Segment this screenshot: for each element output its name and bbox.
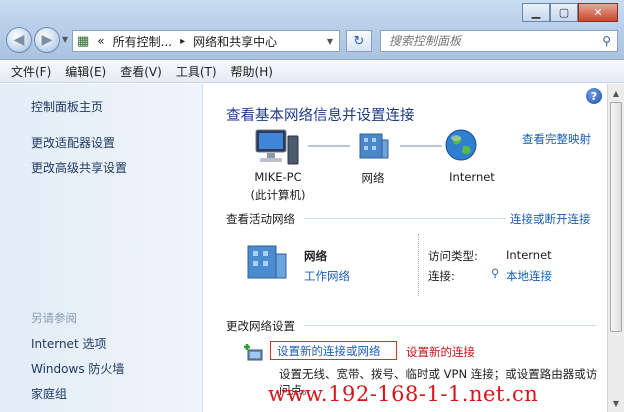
- active-networks-title: 查看活动网络: [226, 212, 295, 226]
- search-box[interactable]: ⚲: [380, 30, 618, 52]
- network-type-link[interactable]: 工作网络: [304, 268, 350, 284]
- main-content: ? 查看基本网络信息并设置连接 查看完整映射 MIKE-PC (此计算机) 网络: [204, 84, 624, 412]
- connect-disconnect-link[interactable]: 连接或断开连接: [510, 211, 591, 227]
- network-icon: [354, 130, 392, 164]
- access-type-label: 访问类型:: [428, 249, 478, 263]
- scroll-down-icon[interactable]: ▼: [610, 396, 622, 410]
- address-chevron-icon[interactable]: ▸: [176, 36, 189, 47]
- caption-buttons: ▁ ▢ ✕: [522, 3, 618, 22]
- address-dropdown-icon[interactable]: ▼: [327, 37, 333, 46]
- internet-node-label: Internet: [449, 170, 495, 184]
- menu-view[interactable]: 查看(V): [113, 63, 169, 80]
- search-input[interactable]: [389, 34, 589, 48]
- refresh-icon: ↻: [353, 33, 365, 49]
- lan-connection-icon: ⚲: [491, 266, 500, 280]
- network-node-label: 网络: [361, 171, 385, 185]
- address-bar[interactable]: ▦ « 所有控制... ▸ 网络和共享中心 ▼: [72, 30, 340, 52]
- computer-icon: [254, 128, 300, 168]
- control-panel-icon: ▦: [77, 33, 90, 49]
- internet-globe-icon: [444, 128, 478, 162]
- pc-name-label: MIKE-PC: [254, 170, 302, 184]
- sidebar-windows-firewall[interactable]: Windows 防火墙: [31, 360, 124, 377]
- connection-label: 连接:: [428, 269, 455, 283]
- refresh-button[interactable]: ↻: [346, 30, 372, 52]
- menu-edit[interactable]: 编辑(E): [58, 63, 113, 80]
- sidebar: 控制面板主页 更改适配器设置 更改高级共享设置 另请参阅 Internet 选项…: [0, 84, 203, 412]
- back-arrow-icon: ◀: [13, 32, 25, 48]
- see-also-heading: 另请参阅: [31, 311, 77, 325]
- sidebar-homegroup[interactable]: 家庭组: [31, 385, 67, 402]
- map-line-pc-network: [308, 145, 350, 147]
- address-segment-network-center[interactable]: 网络和共享中心: [189, 33, 281, 50]
- forward-arrow-icon: ▶: [41, 32, 53, 48]
- forward-button[interactable]: ▶: [34, 27, 60, 53]
- address-segment-all-control[interactable]: 所有控制...: [109, 33, 176, 50]
- sidebar-change-advanced-sharing[interactable]: 更改高级共享设置: [31, 159, 127, 176]
- setup-new-connection-label: 设置新的连接或网络: [277, 343, 381, 358]
- address-overflow[interactable]: «: [93, 34, 108, 48]
- access-type-value: Internet: [506, 248, 552, 262]
- active-networks-divider: [304, 218, 506, 219]
- sidebar-change-adapter-settings[interactable]: 更改适配器设置: [31, 134, 115, 151]
- scroll-up-icon[interactable]: ▲: [610, 86, 622, 100]
- window-titlebar: ▁ ▢ ✕ ◀ ▶ ▼ ▦ « 所有控制... ▸ 网络和共享中心 ▼ ↻ ⚲: [0, 0, 624, 60]
- active-network-name: 网络: [304, 249, 327, 263]
- vertical-scrollbar[interactable]: ▲ ▼: [607, 84, 624, 412]
- view-full-map-link[interactable]: 查看完整映射: [522, 131, 591, 147]
- page-title: 查看基本网络信息并设置连接: [226, 108, 415, 124]
- active-network-icon: [244, 242, 290, 282]
- scrollbar-thumb[interactable]: [610, 102, 622, 332]
- setup-new-connection-link[interactable]: 设置新的连接或网络: [270, 341, 397, 360]
- watermark: www.192-168-1-1.net.cn: [268, 382, 539, 406]
- back-button[interactable]: ◀: [6, 27, 32, 53]
- menu-file[interactable]: 文件(F): [4, 63, 58, 80]
- sidebar-internet-options[interactable]: Internet 选项: [31, 335, 106, 352]
- menu-help[interactable]: 帮助(H): [224, 63, 280, 80]
- change-settings-title: 更改网络设置: [226, 319, 295, 333]
- menu-tools[interactable]: 工具(T): [169, 63, 224, 80]
- change-settings-divider: [304, 325, 596, 326]
- menu-bar: 文件(F) 编辑(E) 查看(V) 工具(T) 帮助(H): [0, 61, 624, 83]
- map-line-network-internet: [400, 145, 442, 147]
- new-connection-icon: [244, 342, 266, 364]
- maximize-icon[interactable]: ▢: [550, 3, 578, 22]
- search-icon[interactable]: ⚲: [602, 34, 611, 48]
- navigation-bar: ◀ ▶ ▼ ▦ « 所有控制... ▸ 网络和共享中心 ▼ ↻ ⚲: [0, 26, 624, 56]
- setup-annotation: 设置新的连接: [406, 345, 475, 359]
- active-network-separator: [418, 234, 419, 296]
- sidebar-control-panel-home[interactable]: 控制面板主页: [31, 98, 103, 115]
- close-icon[interactable]: ✕: [578, 3, 618, 22]
- help-icon[interactable]: ?: [586, 88, 602, 104]
- local-connection-link[interactable]: 本地连接: [506, 268, 552, 284]
- pc-sub-label: (此计算机): [250, 188, 306, 202]
- recent-pages-dropdown-icon[interactable]: ▼: [62, 35, 68, 44]
- minimize-icon[interactable]: ▁: [522, 3, 550, 22]
